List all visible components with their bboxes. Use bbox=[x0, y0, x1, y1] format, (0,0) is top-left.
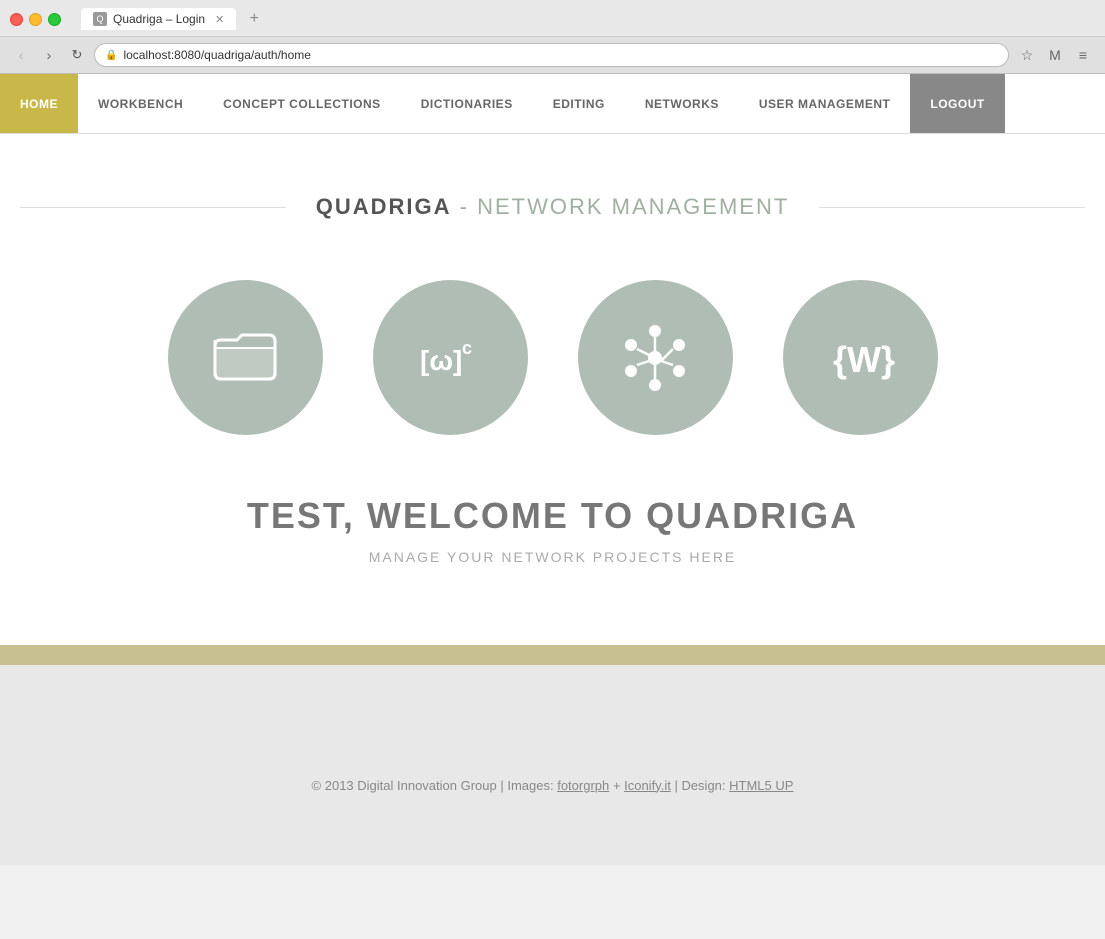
main-nav: HOME WORKBENCH CONCEPT COLLECTIONS DICTI… bbox=[0, 74, 1105, 134]
footer-link-fotograph[interactable]: fotorgrph bbox=[557, 778, 609, 793]
new-tab-button[interactable]: + bbox=[240, 8, 268, 30]
tab-title: Quadriga – Login bbox=[113, 12, 205, 26]
browser-actions: ☆ M ≡ bbox=[1015, 43, 1095, 67]
workspace-icon: {W} bbox=[820, 318, 900, 398]
back-button[interactable]: ‹ bbox=[10, 44, 32, 66]
nav-logout[interactable]: LOGOUT bbox=[910, 74, 1004, 133]
menu-icon[interactable]: ≡ bbox=[1071, 43, 1095, 67]
network-icon bbox=[615, 318, 695, 398]
traffic-lights bbox=[10, 13, 61, 26]
icon-circles: [ω] c bbox=[168, 280, 938, 435]
footer-plus: + bbox=[613, 778, 624, 793]
footer-design: | Design: bbox=[674, 778, 729, 793]
nav-networks[interactable]: NETWORKS bbox=[625, 74, 739, 133]
address-bar[interactable]: 🔒 localhost:8080/quadriga/auth/home bbox=[94, 43, 1009, 67]
app-wrapper: HOME WORKBENCH CONCEPT COLLECTIONS DICTI… bbox=[0, 74, 1105, 865]
footer-text: © 2013 Digital Innovation Group | Images… bbox=[312, 778, 794, 793]
nav-workbench[interactable]: WORKBENCH bbox=[78, 74, 203, 133]
tab-close-icon[interactable]: ✕ bbox=[215, 13, 224, 26]
close-button[interactable] bbox=[10, 13, 23, 26]
page-subtitle-text: - NETWORK MANAGEMENT bbox=[460, 194, 790, 219]
hero-section: QUADRIGA - NETWORK MANAGEMENT [ω] c bbox=[0, 134, 1105, 645]
concept-icon: [ω] c bbox=[410, 318, 490, 398]
nav-dictionaries[interactable]: DICTIONARIES bbox=[401, 74, 533, 133]
browser-tab[interactable]: Q Quadriga – Login ✕ bbox=[81, 8, 236, 30]
workspace-icon-circle[interactable]: {W} bbox=[783, 280, 938, 435]
content-divider bbox=[0, 645, 1105, 665]
address-url: localhost:8080/quadriga/auth/home bbox=[123, 48, 310, 62]
brand-name: QUADRIGA bbox=[316, 194, 452, 219]
title-line-right bbox=[819, 207, 1085, 208]
nav-concept-collections[interactable]: CONCEPT COLLECTIONS bbox=[203, 74, 401, 133]
title-line-left bbox=[20, 207, 286, 208]
folder-icon-circle[interactable] bbox=[168, 280, 323, 435]
browser-titlebar: Q Quadriga – Login ✕ + bbox=[0, 0, 1105, 36]
footer-copyright: © 2013 Digital Innovation Group | Images… bbox=[312, 778, 554, 793]
svg-text:{W}: {W} bbox=[833, 339, 895, 380]
welcome-title: TEST, WELCOME TO QUADRIGA bbox=[247, 495, 858, 537]
gmail-icon[interactable]: M bbox=[1043, 43, 1067, 67]
svg-text:c: c bbox=[462, 338, 472, 358]
folder-icon bbox=[205, 318, 285, 398]
page-title: QUADRIGA - NETWORK MANAGEMENT bbox=[286, 194, 820, 220]
network-icon-circle[interactable] bbox=[578, 280, 733, 435]
footer-link-iconify[interactable]: Iconify.it bbox=[624, 778, 671, 793]
nav-home[interactable]: HOME bbox=[0, 74, 78, 133]
minimize-button[interactable] bbox=[29, 13, 42, 26]
forward-button[interactable]: › bbox=[38, 44, 60, 66]
svg-text:[ω]: [ω] bbox=[420, 345, 462, 376]
refresh-button[interactable]: ↻ bbox=[66, 44, 88, 66]
tab-favicon: Q bbox=[93, 12, 107, 26]
nav-user-management[interactable]: USER MANAGEMENT bbox=[739, 74, 911, 133]
footer-section: © 2013 Digital Innovation Group | Images… bbox=[0, 665, 1105, 865]
browser-toolbar: ‹ › ↻ 🔒 localhost:8080/quadriga/auth/hom… bbox=[0, 36, 1105, 73]
page-title-section: QUADRIGA - NETWORK MANAGEMENT bbox=[20, 194, 1085, 220]
nav-editing[interactable]: EDITING bbox=[533, 74, 625, 133]
maximize-button[interactable] bbox=[48, 13, 61, 26]
bookmark-icon[interactable]: ☆ bbox=[1015, 43, 1039, 67]
welcome-subtitle: MANAGE YOUR NETWORK PROJECTS HERE bbox=[369, 549, 737, 565]
address-lock-icon: 🔒 bbox=[105, 50, 117, 61]
footer-link-html5up[interactable]: HTML5 UP bbox=[729, 778, 793, 793]
concept-icon-circle[interactable]: [ω] c bbox=[373, 280, 528, 435]
browser-chrome: Q Quadriga – Login ✕ + ‹ › ↻ 🔒 localhost… bbox=[0, 0, 1105, 74]
